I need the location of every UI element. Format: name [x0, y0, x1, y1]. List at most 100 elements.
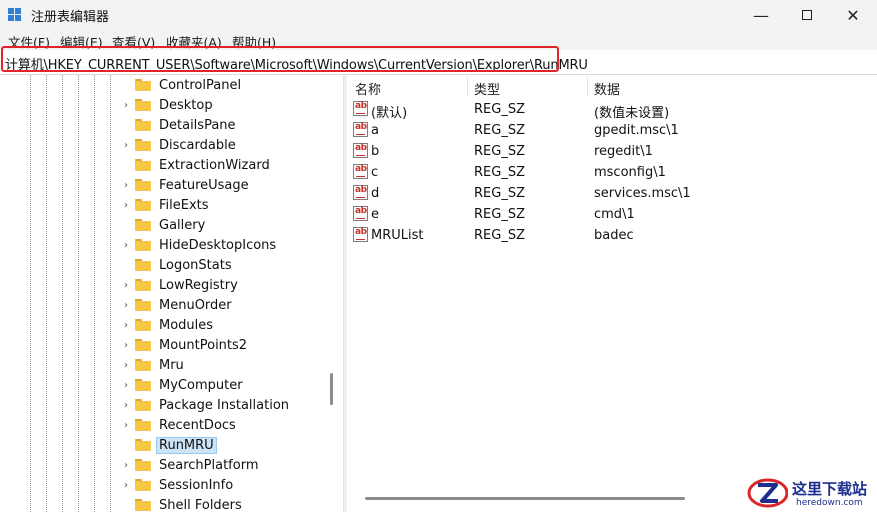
tree-item[interactable]: › Discardable: [120, 135, 238, 155]
value-type: REG_SZ: [474, 102, 525, 117]
expand-chevron-icon[interactable]: ›: [120, 200, 132, 211]
maximize-icon: [802, 10, 812, 20]
tree-item[interactable]: › SessionInfo: [120, 475, 235, 495]
value-name: a: [371, 123, 379, 138]
expand-chevron-icon[interactable]: ›: [120, 340, 132, 351]
string-value-icon: ab: [353, 206, 368, 221]
expand-chevron-icon[interactable]: ›: [120, 240, 132, 251]
folder-icon: [135, 99, 151, 111]
tree-item[interactable]: › RecentDocs: [120, 415, 238, 435]
tree-item-label: ExtractionWizard: [159, 157, 270, 173]
folder-icon: [135, 439, 151, 451]
tree-item-label: ControlPanel: [159, 77, 242, 93]
tree-item[interactable]: › HideDesktopIcons: [120, 235, 278, 255]
tree-item[interactable]: › LowRegistry: [120, 275, 240, 295]
close-icon: ✕: [846, 5, 860, 25]
folder-icon: [135, 179, 151, 191]
value-type: REG_SZ: [474, 207, 525, 222]
tree-item-label: Shell Folders: [159, 497, 242, 512]
folder-icon: [135, 399, 151, 411]
value-name: d: [371, 186, 380, 201]
tree-item[interactable]: Shell Folders: [120, 495, 244, 512]
tree-item[interactable]: › MenuOrder: [120, 295, 234, 315]
folder-icon: [135, 139, 151, 151]
tree-item-label: RunMRU: [156, 436, 217, 454]
folder-icon: [135, 379, 151, 391]
column-header-data[interactable]: 数据: [594, 79, 620, 98]
folder-icon: [135, 79, 151, 91]
tree-item-label: DetailsPane: [159, 117, 236, 133]
tree-item[interactable]: › FeatureUsage: [120, 175, 251, 195]
minimize-button[interactable]: —: [738, 0, 784, 30]
expand-chevron-icon[interactable]: ›: [120, 460, 132, 471]
address-highlight-box: [1, 46, 559, 72]
string-value-icon: ab: [353, 227, 368, 242]
tree-item[interactable]: › Modules: [120, 315, 215, 335]
key-tree-pane[interactable]: ControlPanel › Desktop DetailsPane › Discarda…: [0, 75, 340, 512]
tree-guide-line: [62, 75, 63, 512]
tree-item[interactable]: LogonStats: [120, 255, 234, 275]
tree-item[interactable]: RunMRU: [120, 435, 217, 455]
value-type: REG_SZ: [474, 144, 525, 159]
expand-chevron-icon[interactable]: ›: [120, 320, 132, 331]
value-row[interactable]: ab MRUList REG_SZ badec: [347, 226, 877, 247]
folder-icon: [135, 479, 151, 491]
value-type: REG_SZ: [474, 123, 525, 138]
tree-guide-line: [78, 75, 79, 512]
value-row[interactable]: ab b REG_SZ regedit\1: [347, 142, 877, 163]
tree-item-label: MyComputer: [159, 377, 243, 393]
value-row[interactable]: ab c REG_SZ msconfig\1: [347, 163, 877, 184]
value-row[interactable]: ab (默认) REG_SZ (数值未设置): [347, 100, 877, 121]
title-bar: 注册表编辑器 — ✕: [0, 0, 877, 30]
tree-item[interactable]: ExtractionWizard: [120, 155, 272, 175]
folder-icon: [135, 339, 151, 351]
string-value-icon: ab: [353, 101, 368, 116]
expand-chevron-icon[interactable]: ›: [120, 380, 132, 391]
expand-chevron-icon[interactable]: ›: [120, 420, 132, 431]
expand-chevron-icon[interactable]: ›: [120, 360, 132, 371]
value-data: msconfig\1: [594, 165, 666, 180]
expand-chevron-icon[interactable]: ›: [120, 280, 132, 291]
value-type: REG_SZ: [474, 186, 525, 201]
tree-scrollbar-thumb[interactable]: [330, 373, 333, 405]
string-value-icon: ab: [353, 122, 368, 137]
tree-item-label: MountPoints2: [159, 337, 248, 353]
value-row[interactable]: ab a REG_SZ gpedit.msc\1: [347, 121, 877, 142]
column-divider[interactable]: [467, 77, 468, 97]
value-row[interactable]: ab d REG_SZ services.msc\1: [347, 184, 877, 205]
tree-item[interactable]: › FileExts: [120, 195, 211, 215]
values-scrollbar-thumb[interactable]: [365, 497, 685, 500]
value-name: e: [371, 207, 379, 222]
folder-icon: [135, 239, 151, 251]
tree-item[interactable]: › Desktop: [120, 95, 215, 115]
tree-item[interactable]: › MountPoints2: [120, 335, 249, 355]
tree-item[interactable]: › SearchPlatform: [120, 455, 261, 475]
tree-item[interactable]: DetailsPane: [120, 115, 238, 135]
expand-chevron-icon[interactable]: ›: [120, 480, 132, 491]
value-row[interactable]: ab e REG_SZ cmd\1: [347, 205, 877, 226]
tree-item[interactable]: Gallery: [120, 215, 207, 235]
tree-item[interactable]: › MyComputer: [120, 375, 245, 395]
expand-chevron-icon[interactable]: ›: [120, 180, 132, 191]
tree-item[interactable]: ControlPanel: [120, 75, 243, 95]
expand-chevron-icon[interactable]: ›: [120, 140, 132, 151]
tree-item[interactable]: › Mru: [120, 355, 186, 375]
tree-item-label: FileExts: [159, 197, 209, 213]
expand-chevron-icon[interactable]: ›: [120, 300, 132, 311]
folder-icon: [135, 299, 151, 311]
close-button[interactable]: ✕: [830, 0, 876, 30]
expand-chevron-icon[interactable]: ›: [120, 100, 132, 111]
column-header-type[interactable]: 类型: [474, 79, 500, 98]
tree-item-label: SearchPlatform: [159, 457, 259, 473]
column-header-name[interactable]: 名称: [355, 79, 381, 98]
value-data: (数值未设置): [594, 106, 670, 121]
watermark: 这里下载站 heredown.com: [744, 474, 877, 512]
column-divider[interactable]: [587, 77, 588, 97]
values-pane[interactable]: 名称 类型 数据 ab (默认) REG_SZ (数值未设置) ab a REG_SZ gpe…: [347, 75, 877, 512]
expand-chevron-icon[interactable]: ›: [120, 400, 132, 411]
folder-icon: [135, 459, 151, 471]
folder-icon: [135, 359, 151, 371]
tree-item[interactable]: › Package Installation: [120, 395, 291, 415]
maximize-button[interactable]: [784, 0, 830, 30]
string-value-icon: ab: [353, 185, 368, 200]
